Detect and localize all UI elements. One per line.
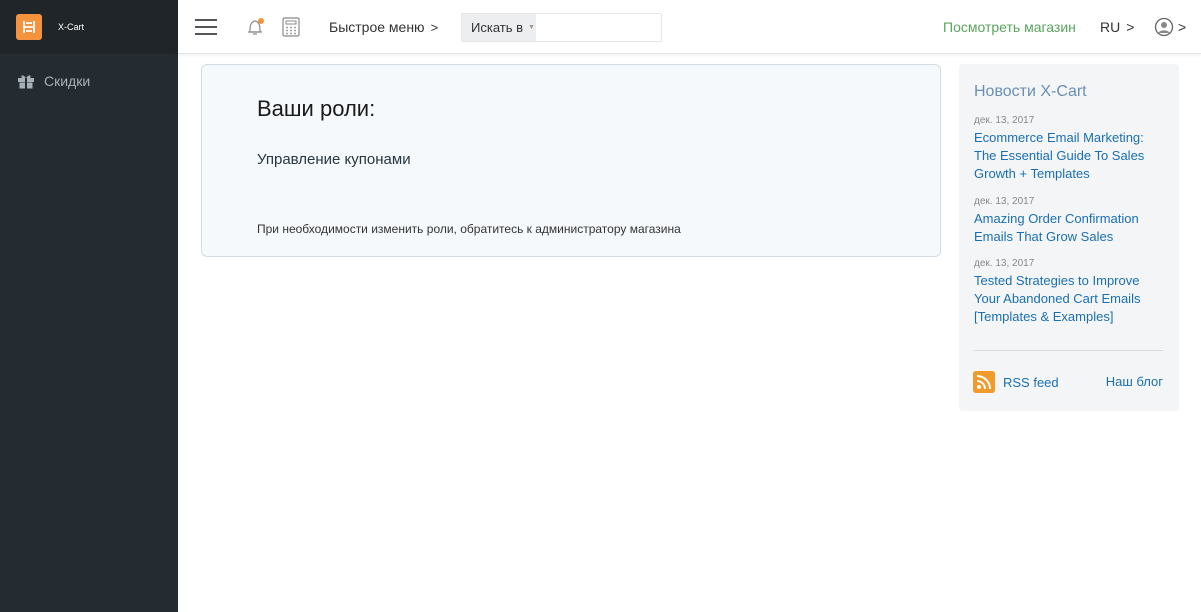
sidebar: X-Cart Скидки <box>0 0 178 612</box>
hamburger-icon <box>195 19 217 35</box>
chevron-right-icon: > <box>1178 19 1187 35</box>
user-icon <box>1154 17 1174 37</box>
role-item: Управление купонами <box>257 151 411 168</box>
brand-name: X-Cart <box>58 22 85 32</box>
rss-feed-link[interactable]: RSS feed <box>973 371 1059 393</box>
news-divider <box>974 350 1163 351</box>
rss-icon <box>973 371 995 393</box>
news-title: Новости X-Cart <box>974 83 1087 100</box>
news-date: дек. 13, 2017 <box>974 258 1035 269</box>
news-date: дек. 13, 2017 <box>974 115 1035 126</box>
roles-card: Ваши роли: Управление купонами При необх… <box>201 64 941 257</box>
news-panel: Новости X-Cart дек. 13, 2017 Ecommerce E… <box>959 64 1179 411</box>
search-scope-label: Искать в <box>471 20 524 35</box>
user-menu-button[interactable]: > <box>1154 0 1186 54</box>
bell-icon <box>248 18 264 35</box>
search-box: Искать в ▼ <box>461 13 662 42</box>
notifications-button[interactable] <box>244 0 266 54</box>
chevron-right-icon: > <box>1126 19 1135 35</box>
news-link[interactable]: Amazing Order Confirmation Emails That G… <box>974 210 1166 246</box>
menu-toggle-button[interactable] <box>195 0 217 54</box>
news-item: дек. 13, 2017 Tested Strategies to Impro… <box>974 258 1166 326</box>
sidebar-item-discounts[interactable]: Скидки <box>0 54 178 108</box>
calculator-button[interactable] <box>282 0 302 54</box>
search-scope-select[interactable]: Искать в ▼ <box>462 14 536 41</box>
news-item: дек. 13, 2017 Amazing Order Confirmation… <box>974 196 1166 246</box>
our-blog-link[interactable]: Наш блог <box>1106 374 1163 389</box>
quick-menu-label: Быстрое меню <box>329 19 425 35</box>
sidebar-item-label: Скидки <box>44 73 91 89</box>
top-bar: Быстрое меню > Искать в ▼ Посмотреть маг… <box>178 0 1201 54</box>
xcart-logo-icon[interactable] <box>16 14 42 40</box>
roles-title: Ваши роли: <box>257 96 376 121</box>
chevron-right-icon: > <box>430 19 439 35</box>
language-selector[interactable]: RU > <box>1100 0 1134 54</box>
news-link[interactable]: Ecommerce Email Marketing: The Essential… <box>974 129 1166 183</box>
news-link[interactable]: Tested Strategies to Improve Your Abando… <box>974 272 1166 326</box>
quick-menu-button[interactable]: Быстрое меню > <box>329 0 438 54</box>
language-label: RU <box>1100 19 1121 35</box>
rss-label: RSS feed <box>1003 374 1059 390</box>
sidebar-header: X-Cart <box>0 0 178 54</box>
gift-icon <box>18 75 34 89</box>
calculator-icon <box>282 17 300 37</box>
search-input[interactable] <box>536 14 661 41</box>
view-store-link[interactable]: Посмотреть магазин <box>943 0 1076 54</box>
roles-note: При необходимости изменить роли, обратит… <box>257 222 681 236</box>
news-date: дек. 13, 2017 <box>974 196 1035 207</box>
notification-dot <box>258 18 264 24</box>
caret-down-icon: ▼ <box>528 24 535 31</box>
news-item: дек. 13, 2017 Ecommerce Email Marketing:… <box>974 115 1166 183</box>
